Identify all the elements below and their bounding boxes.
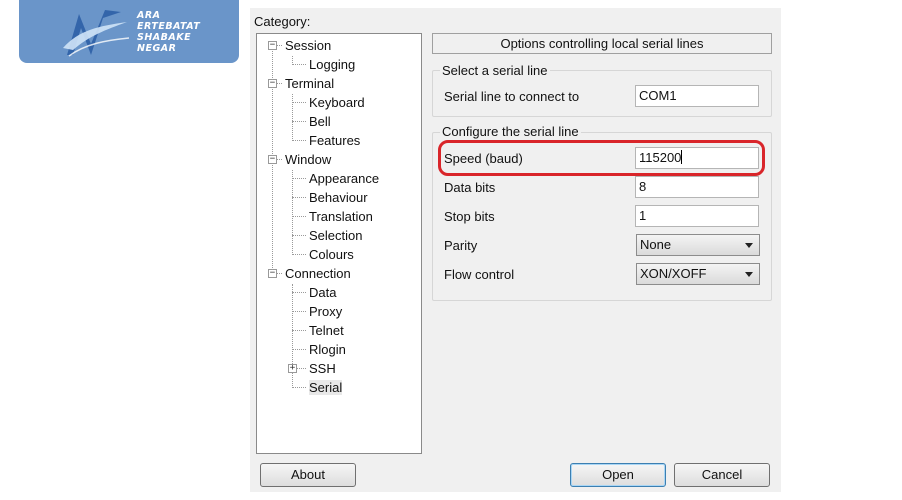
stop-bits-input[interactable]: 1 bbox=[635, 205, 759, 227]
logo-text: ARA ERTEBATAT SHABAKE NEGAR bbox=[137, 10, 201, 54]
tree-item-colours[interactable]: Colours bbox=[309, 245, 354, 264]
tree-connector bbox=[292, 197, 306, 198]
tree-connector bbox=[292, 349, 306, 350]
data-bits-label: Data bits bbox=[444, 180, 496, 195]
tree-item-session[interactable]: Session bbox=[285, 36, 331, 55]
tree-item-label: Keyboard bbox=[309, 95, 365, 110]
parity-label: Parity bbox=[444, 238, 478, 253]
tree-item-label: Telnet bbox=[309, 323, 344, 338]
tree-item-behaviour[interactable]: Behaviour bbox=[309, 188, 368, 207]
category-label: Category: bbox=[254, 14, 311, 29]
tree-connector bbox=[292, 170, 293, 255]
panel-header: Options controlling local serial lines bbox=[432, 33, 772, 54]
serial-line-input[interactable]: COM1 bbox=[635, 85, 759, 107]
flow-control-label: Flow control bbox=[444, 267, 515, 282]
tree-item-selection[interactable]: Selection bbox=[309, 226, 362, 245]
tree-item-terminal[interactable]: Terminal bbox=[285, 74, 334, 93]
tree-connector bbox=[292, 178, 306, 179]
open-button[interactable]: Open bbox=[570, 463, 666, 487]
tree-item-label: Appearance bbox=[309, 171, 380, 186]
tree-item-features[interactable]: Features bbox=[309, 131, 360, 150]
dropdown-arrow-icon bbox=[745, 272, 753, 277]
collapse-icon[interactable]: − bbox=[268, 41, 277, 50]
tree-item-connection[interactable]: Connection bbox=[285, 264, 351, 283]
tree-connector bbox=[292, 292, 306, 293]
tree-item-translation[interactable]: Translation bbox=[309, 207, 373, 226]
tree-item-data[interactable]: Data bbox=[309, 283, 336, 302]
tree-item-serial[interactable]: Serial bbox=[309, 378, 343, 397]
tree-item-label: Logging bbox=[309, 57, 356, 72]
tree-item-appearance[interactable]: Appearance bbox=[309, 169, 379, 188]
putty-configuration-dialog: Category: Session − Logging Terminal − Keyboa… bbox=[250, 8, 781, 492]
about-button[interactable]: About bbox=[260, 463, 356, 487]
tree-item-label: SSH bbox=[309, 361, 336, 376]
data-bits-input[interactable]: 8 bbox=[635, 176, 759, 198]
tree-connector bbox=[292, 330, 306, 331]
tree-item-label: Data bbox=[309, 285, 337, 300]
tree-item-label: Features bbox=[309, 133, 361, 148]
tree-item-label: Selection bbox=[309, 228, 363, 243]
tree-connector bbox=[292, 140, 306, 141]
tree-item-bell[interactable]: Bell bbox=[309, 112, 331, 131]
flow-control-select[interactable]: XON/XOFF bbox=[636, 263, 760, 285]
tree-item-label: Proxy bbox=[309, 304, 343, 319]
tree-item-keyboard[interactable]: Keyboard bbox=[309, 93, 365, 112]
parity-select[interactable]: None bbox=[636, 234, 760, 256]
tree-item-rlogin[interactable]: Rlogin bbox=[309, 340, 346, 359]
tree-item-label: Connection bbox=[285, 266, 351, 281]
speed-highlight-annotation bbox=[438, 140, 765, 176]
collapse-icon[interactable]: − bbox=[268, 79, 277, 88]
tree-item-telnet[interactable]: Telnet bbox=[309, 321, 344, 340]
expand-icon[interactable]: + bbox=[288, 364, 297, 373]
watermark-logo: ARA ERTEBATAT SHABAKE NEGAR bbox=[19, 0, 239, 63]
tree-connector bbox=[292, 102, 306, 103]
tree-item-label: Serial bbox=[309, 380, 343, 395]
tree-connector bbox=[292, 64, 306, 65]
collapse-icon[interactable]: − bbox=[268, 155, 277, 164]
tree-item-label: Window bbox=[285, 152, 332, 167]
stop-bits-label: Stop bits bbox=[444, 209, 495, 224]
tree-connector bbox=[292, 216, 306, 217]
tree-connector bbox=[292, 387, 306, 388]
tree-item-label: Behaviour bbox=[309, 190, 368, 205]
group-title: Select a serial line bbox=[440, 63, 550, 78]
tree-item-proxy[interactable]: Proxy bbox=[309, 302, 342, 321]
tree-connector bbox=[292, 254, 306, 255]
category-tree[interactable]: Session − Logging Terminal − Keyboard Bell Feat… bbox=[256, 33, 422, 454]
tree-item-label: Bell bbox=[309, 114, 331, 129]
collapse-icon[interactable]: − bbox=[268, 269, 277, 278]
tree-item-logging[interactable]: Logging bbox=[309, 55, 355, 74]
logo-mark-icon bbox=[63, 10, 130, 57]
serial-line-label: Serial line to connect to bbox=[444, 89, 580, 104]
tree-item-label: Translation bbox=[309, 209, 373, 224]
tree-connector bbox=[292, 235, 306, 236]
tree-item-label: Colours bbox=[309, 247, 354, 262]
tree-item-label: Session bbox=[285, 38, 332, 53]
cancel-button[interactable]: Cancel bbox=[674, 463, 770, 487]
tree-item-window[interactable]: Window bbox=[285, 150, 331, 169]
tree-item-ssh[interactable]: SSH bbox=[309, 359, 336, 378]
tree-connector bbox=[292, 121, 306, 122]
tree-item-label: Rlogin bbox=[309, 342, 346, 357]
tree-connector bbox=[292, 311, 306, 312]
group-title: Configure the serial line bbox=[440, 124, 581, 139]
dropdown-arrow-icon bbox=[745, 243, 753, 248]
tree-item-label: Terminal bbox=[285, 76, 335, 91]
